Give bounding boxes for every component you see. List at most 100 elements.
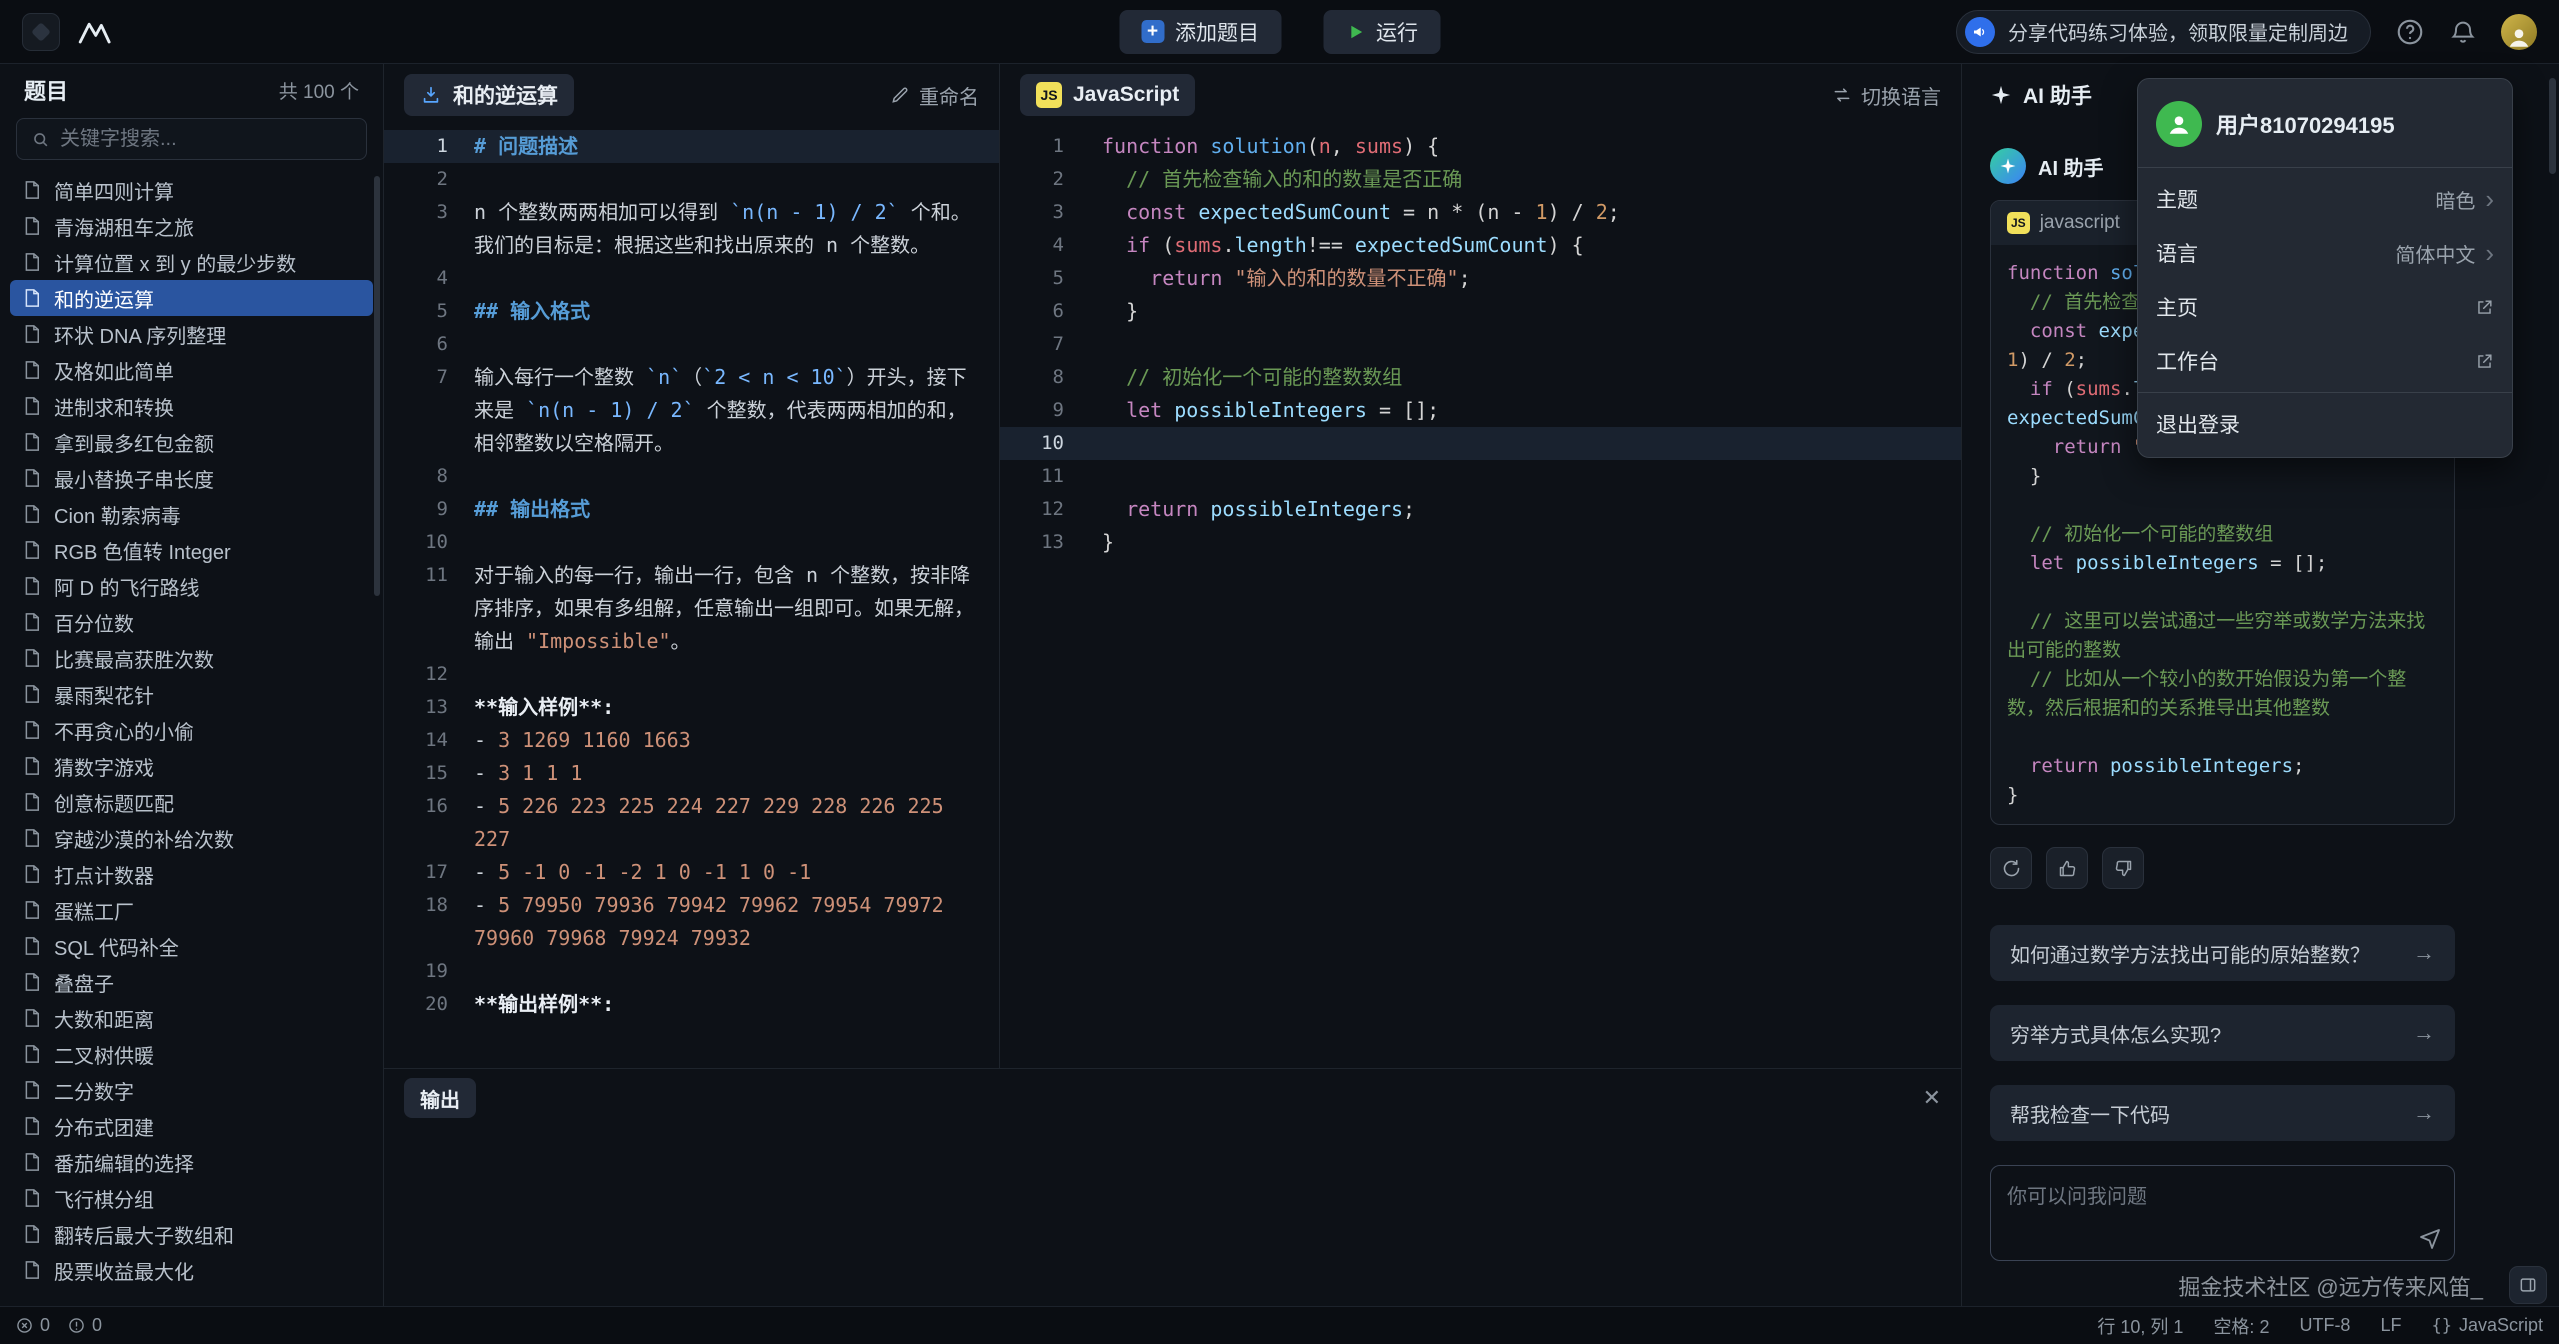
sidebar-item[interactable]: 暴雨梨花针 bbox=[10, 676, 373, 712]
search-input[interactable] bbox=[60, 128, 352, 151]
help-icon[interactable] bbox=[2395, 17, 2425, 47]
line-content: - 3 1269 1160 1663 bbox=[474, 724, 999, 757]
sidebar-item[interactable]: 百分位数 bbox=[10, 604, 373, 640]
suggestion-pill[interactable]: 帮我检查一下代码→ bbox=[1990, 1085, 2455, 1141]
sidebar-item[interactable]: SQL 代码补全 bbox=[10, 928, 373, 964]
sidebar-item[interactable]: 最小替换子串长度 bbox=[10, 460, 373, 496]
sidebar-item[interactable]: 二分数字 bbox=[10, 1072, 373, 1108]
sidebar-item[interactable]: 飞行棋分组 bbox=[10, 1180, 373, 1216]
sidebar-item[interactable]: 穿越沙漠的补给次数 bbox=[10, 820, 373, 856]
sidebar-item[interactable]: Cion 勒索病毒 bbox=[10, 496, 373, 532]
thumbs-up-button[interactable] bbox=[2046, 847, 2088, 889]
ai-scrollbar[interactable] bbox=[2549, 78, 2556, 174]
sidebar-item[interactable]: 计算位置 x 到 y 的最少步数 bbox=[10, 244, 373, 280]
code-line: 2 bbox=[384, 163, 999, 196]
document-icon bbox=[22, 864, 42, 884]
sidebar-scrollbar[interactable] bbox=[374, 176, 380, 596]
warnings-indicator[interactable]: 0 bbox=[68, 1315, 102, 1336]
sidebar-item[interactable]: 叠盘子 bbox=[10, 964, 373, 1000]
sidebar-item[interactable]: 蛋糕工厂 bbox=[10, 892, 373, 928]
errors-indicator[interactable]: 0 bbox=[16, 1315, 50, 1336]
status-item[interactable]: UTF-8 bbox=[2299, 1315, 2350, 1336]
sidebar-item[interactable]: 简单四则计算 bbox=[10, 172, 373, 208]
line-number: 10 bbox=[384, 526, 448, 559]
line-content: } bbox=[1102, 295, 1961, 328]
sidebar-item[interactable]: 拿到最多红包金额 bbox=[10, 424, 373, 460]
user-avatar[interactable] bbox=[2501, 14, 2537, 50]
ai-input-box[interactable] bbox=[1990, 1165, 2455, 1261]
search-box[interactable] bbox=[16, 118, 367, 160]
sidebar-item[interactable]: 猜数字游戏 bbox=[10, 748, 373, 784]
menu-item-link[interactable]: 工作台 bbox=[2138, 334, 2512, 388]
code-line: // 这里可以尝试通过一些穷举或数学方法来找出可能的整数 bbox=[2007, 607, 2438, 665]
sidebar-item[interactable]: 阿 D 的飞行路线 bbox=[10, 568, 373, 604]
suggestion-pill[interactable]: 穷举方式具体怎么实现?→ bbox=[1990, 1005, 2455, 1061]
problem-count: 共 100 个 bbox=[279, 77, 359, 104]
output-tab[interactable]: 输出 bbox=[404, 1078, 476, 1118]
sidebar-item[interactable]: 番茄编辑的选择 bbox=[10, 1144, 373, 1180]
sidebar-item[interactable]: 比赛最高获胜次数 bbox=[10, 640, 373, 676]
add-problem-button[interactable]: + 添加题目 bbox=[1119, 10, 1281, 54]
workspace: 和的逆运算 重命名 1# 问题描述2 3n 个整数两两相加可以得到 `n(n -… bbox=[384, 64, 1962, 1306]
ai-input-field[interactable] bbox=[1991, 1166, 2454, 1260]
line-number: 9 bbox=[384, 493, 448, 526]
sidebar-item[interactable]: 创意标题匹配 bbox=[10, 784, 373, 820]
code-line: 3n 个整数两两相加可以得到 `n(n - 1) / 2` 个和。我们的目标是：… bbox=[384, 196, 999, 262]
sidebar-item[interactable]: 环状 DNA 序列整理 bbox=[10, 316, 373, 352]
search-icon bbox=[31, 130, 50, 149]
sidebar-item[interactable]: RGB 色值转 Integer bbox=[10, 532, 373, 568]
status-language[interactable]: {}JavaScript bbox=[2431, 1315, 2543, 1336]
avatar bbox=[2156, 101, 2202, 147]
promo-text: 分享代码练习体验，领取限量定制周边 bbox=[2008, 17, 2348, 46]
send-icon[interactable] bbox=[2418, 1226, 2442, 1250]
line-number: 17 bbox=[384, 856, 448, 889]
code-line: // 比如从一个较小的数开始假设为第一个整数，然后根据和的关系推导出其他整数 bbox=[2007, 665, 2438, 723]
document-icon bbox=[22, 288, 42, 308]
status-item[interactable]: 空格: 2 bbox=[2213, 1313, 2269, 1339]
error-icon bbox=[16, 1317, 33, 1334]
line-content: const expectedSumCount = n * (n - 1) / 2… bbox=[1102, 196, 1961, 229]
topbar: + 添加题目 运行 分享代码练习体验，领取限量定制周边 bbox=[0, 0, 2559, 64]
suggestion-label: 帮我检查一下代码 bbox=[2010, 1099, 2170, 1128]
ai-panel-title: AI 助手 bbox=[2023, 80, 2092, 110]
sidebar-item[interactable]: 翻转后最大子数组和 bbox=[10, 1216, 373, 1252]
line-content bbox=[474, 955, 999, 988]
code-line: 17- 5 -1 0 -1 -2 1 0 -1 1 0 -1 bbox=[384, 856, 999, 889]
editor-content[interactable]: 1function solution(n, sums) {2 // 首先检查输入… bbox=[1000, 126, 1961, 1068]
menu-item-label: 主题 bbox=[2156, 184, 2198, 214]
suggestion-pill[interactable]: 如何通过数学方法找出可能的原始整数？→ bbox=[1990, 925, 2455, 981]
line-number: 12 bbox=[1000, 493, 1064, 526]
status-item[interactable]: 行 10, 列 1 bbox=[2097, 1313, 2183, 1339]
divider bbox=[2138, 167, 2512, 168]
app-logo-icon[interactable] bbox=[22, 13, 60, 51]
status-item[interactable]: LF bbox=[2380, 1315, 2401, 1336]
panel-toggle-button[interactable] bbox=[2509, 1266, 2547, 1304]
menu-item-setting[interactable]: 语言简体中文› bbox=[2138, 226, 2512, 280]
problem-content[interactable]: 1# 问题描述2 3n 个整数两两相加可以得到 `n(n - 1) / 2` 个… bbox=[384, 126, 999, 1068]
bell-icon[interactable] bbox=[2449, 18, 2477, 46]
language-tab[interactable]: JS JavaScript bbox=[1020, 74, 1195, 116]
sidebar-item[interactable]: 及格如此简单 bbox=[10, 352, 373, 388]
promo-banner[interactable]: 分享代码练习体验，领取限量定制周边 bbox=[1956, 10, 2371, 54]
sidebar-item[interactable]: 不再贪心的小偷 bbox=[10, 712, 373, 748]
menu-item-link[interactable]: 主页 bbox=[2138, 280, 2512, 334]
sidebar-item[interactable]: 分布式团建 bbox=[10, 1108, 373, 1144]
thumbs-down-button[interactable] bbox=[2102, 847, 2144, 889]
sidebar-item[interactable]: 大数和距离 bbox=[10, 1000, 373, 1036]
menu-item-setting[interactable]: 主题暗色› bbox=[2138, 172, 2512, 226]
sidebar-item[interactable]: 二叉树供暖 bbox=[10, 1036, 373, 1072]
line-content: - 3 1 1 1 bbox=[474, 757, 999, 790]
sidebar-item[interactable]: 青海湖租车之旅 bbox=[10, 208, 373, 244]
regenerate-button[interactable] bbox=[1990, 847, 2032, 889]
sidebar-item[interactable]: 打点计数器 bbox=[10, 856, 373, 892]
sidebar-item[interactable]: 股票收益最大化 bbox=[10, 1252, 373, 1288]
logout-button[interactable]: 退出登录 bbox=[2138, 397, 2512, 451]
document-icon bbox=[22, 504, 42, 524]
close-icon[interactable]: ✕ bbox=[1923, 1085, 1941, 1111]
sidebar-item[interactable]: 进制求和转换 bbox=[10, 388, 373, 424]
rename-button[interactable]: 重命名 bbox=[890, 81, 979, 110]
switch-language-button[interactable]: 切换语言 bbox=[1832, 81, 1941, 110]
code-line: 5## 输入格式 bbox=[384, 295, 999, 328]
sidebar-item[interactable]: 和的逆运算 bbox=[10, 280, 373, 316]
run-button[interactable]: 运行 bbox=[1323, 10, 1440, 54]
